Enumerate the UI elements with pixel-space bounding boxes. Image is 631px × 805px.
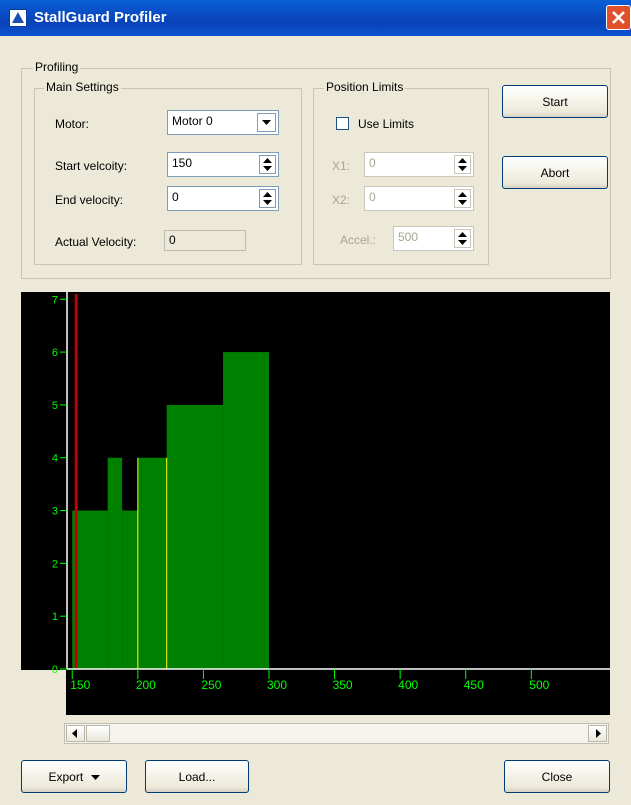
end-velocity-label: End velocity: bbox=[55, 193, 124, 207]
x2-input bbox=[367, 188, 453, 206]
window-title: StallGuard Profiler bbox=[34, 9, 167, 26]
app-icon bbox=[9, 9, 27, 27]
actual-velocity-label: Actual Velocity: bbox=[55, 235, 137, 249]
motor-label: Motor: bbox=[55, 117, 90, 131]
x-tick-label: 500 bbox=[529, 678, 549, 692]
y-tick-label: 7 bbox=[52, 294, 58, 306]
end-velocity-spinner[interactable] bbox=[167, 186, 279, 211]
x1-input bbox=[367, 154, 453, 172]
start-velocity-spinner[interactable] bbox=[167, 152, 279, 177]
y-tick-label: 5 bbox=[52, 400, 58, 412]
chart-bar bbox=[137, 457, 167, 669]
x-tick-label: 450 bbox=[464, 678, 484, 692]
motor-select[interactable]: Motor 0 bbox=[167, 110, 279, 135]
x-tick-label: 350 bbox=[333, 678, 353, 692]
chart-bar bbox=[107, 457, 123, 669]
spin-arrows-icon bbox=[454, 229, 471, 248]
spin-arrows-icon[interactable] bbox=[259, 155, 276, 174]
spin-arrows-icon bbox=[454, 155, 471, 174]
start-button[interactable]: Start bbox=[502, 85, 608, 118]
load-button[interactable]: Load... bbox=[145, 760, 249, 793]
stallguard-chart: 0 1 2 3 4 5 6 7 150 200 250 300 350 400 450 500 bbox=[21, 292, 610, 715]
position-limits-label: Position Limits bbox=[324, 80, 406, 94]
x-tick-label: 200 bbox=[136, 678, 156, 692]
actual-velocity-field: 0 bbox=[164, 230, 246, 251]
scroll-thumb[interactable] bbox=[86, 725, 110, 742]
accel-spinner bbox=[393, 226, 474, 251]
dropdown-arrow-icon bbox=[90, 775, 100, 780]
spin-arrows-icon bbox=[454, 189, 471, 208]
start-velocity-input[interactable] bbox=[170, 154, 258, 172]
accel-input bbox=[396, 228, 453, 246]
close-button[interactable]: Close bbox=[504, 760, 610, 793]
start-velocity-label: Start velcoity: bbox=[55, 159, 128, 173]
abort-button[interactable]: Abort bbox=[502, 156, 608, 189]
x1-label: X1: bbox=[332, 159, 351, 173]
y-tick-label: 1 bbox=[52, 611, 58, 623]
x2-label: X2: bbox=[332, 193, 351, 207]
x-tick-label: 400 bbox=[398, 678, 418, 692]
y-tick-label: 2 bbox=[52, 558, 58, 570]
y-tick-label: 0 bbox=[52, 664, 58, 676]
title-bar[interactable]: StallGuard Profiler bbox=[0, 0, 631, 36]
profiling-group-label: Profiling bbox=[33, 60, 81, 74]
x-tick-label: 150 bbox=[70, 678, 90, 692]
chart-corner bbox=[21, 670, 66, 715]
y-tick-label: 4 bbox=[52, 453, 58, 465]
horizontal-scrollbar[interactable] bbox=[64, 723, 609, 744]
chart-bar bbox=[122, 510, 138, 669]
main-settings-label: Main Settings bbox=[44, 80, 121, 94]
scroll-right-button[interactable] bbox=[588, 725, 607, 742]
chevron-down-icon[interactable] bbox=[257, 113, 276, 132]
chart-bar bbox=[223, 352, 269, 669]
use-limits-checkbox[interactable] bbox=[336, 117, 349, 130]
chart-bar bbox=[166, 404, 224, 669]
scroll-left-button[interactable] bbox=[66, 725, 85, 742]
motor-select-value: Motor 0 bbox=[172, 114, 213, 128]
accel-label: Accel.: bbox=[340, 233, 377, 247]
x1-spinner bbox=[364, 152, 474, 177]
close-window-button[interactable] bbox=[606, 5, 631, 30]
x-tick-label: 300 bbox=[267, 678, 287, 692]
y-tick-label: 3 bbox=[52, 506, 58, 518]
export-button[interactable]: Export bbox=[21, 760, 127, 793]
end-velocity-input[interactable] bbox=[170, 188, 258, 206]
actual-velocity-value: 0 bbox=[169, 233, 176, 247]
use-limits-label: Use Limits bbox=[358, 117, 415, 131]
y-tick-label: 6 bbox=[52, 347, 58, 359]
stallguard-chart-svg: 0 1 2 3 4 5 6 7 150 200 250 300 350 400 450 500 bbox=[21, 292, 610, 715]
x-tick-label: 250 bbox=[201, 678, 221, 692]
export-button-label: Export bbox=[48, 770, 84, 784]
x2-spinner bbox=[364, 186, 474, 211]
spin-arrows-icon[interactable] bbox=[259, 189, 276, 208]
